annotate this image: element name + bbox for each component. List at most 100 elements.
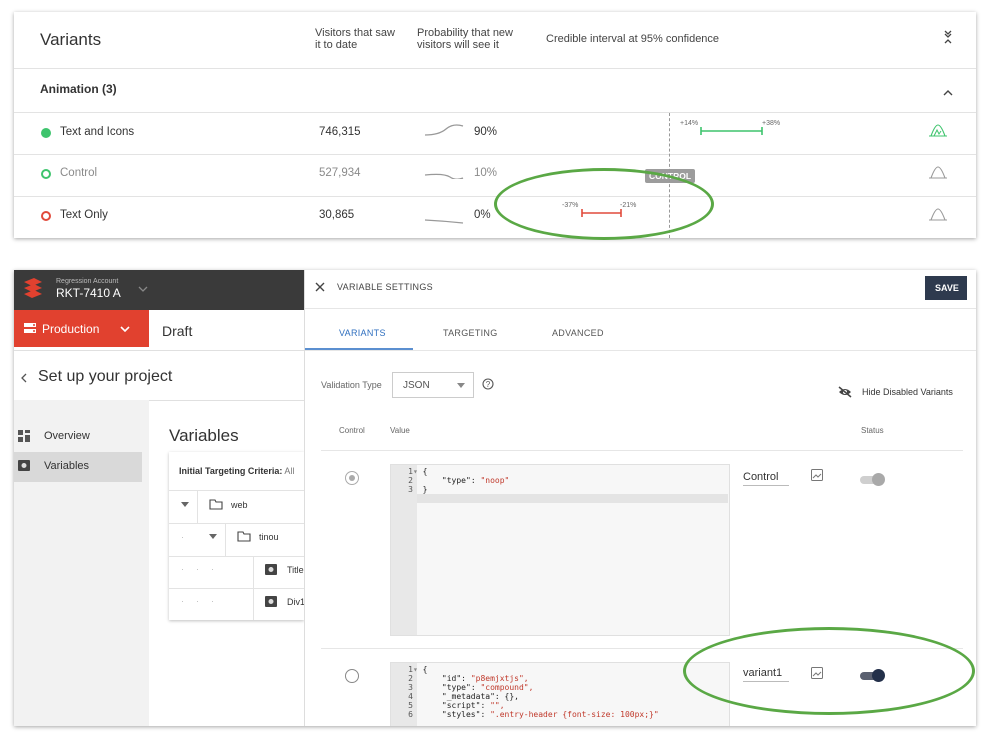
interval-low-label: +14% xyxy=(680,120,699,127)
visitors-value: 746,315 xyxy=(319,126,361,138)
code-line: 1▾ { xyxy=(408,467,428,476)
account-name[interactable]: RKT-7410 A xyxy=(56,286,121,300)
control-radio[interactable] xyxy=(345,669,359,683)
code-lines: 1▾ { 2 "id": "p8emjxtjs", 3 "type": "com… xyxy=(391,665,729,719)
chevron-down-icon[interactable] xyxy=(138,285,148,293)
divider xyxy=(169,588,304,589)
variables-title: Variables xyxy=(169,426,239,445)
code-line: 1▾ { xyxy=(408,665,428,674)
nav-label: Overview xyxy=(44,430,90,442)
variable-tree: Initial Targeting Criteria: All web · ti… xyxy=(169,452,305,620)
folder-icon xyxy=(237,531,251,542)
tab-advanced[interactable]: ADVANCED xyxy=(552,328,604,338)
divider xyxy=(14,350,304,351)
variant-name-field[interactable]: Control xyxy=(743,471,789,486)
tree-indent: ··· xyxy=(181,596,226,606)
tree-node[interactable]: web xyxy=(231,500,248,510)
col-value: Value xyxy=(390,426,410,435)
caret-down-icon[interactable] xyxy=(209,534,217,540)
account-bar: Regression Account RKT-7410 A xyxy=(14,270,304,310)
col-interval-header: Credible interval at 95% confidence xyxy=(546,33,720,45)
eye-off-icon[interactable] xyxy=(838,386,852,398)
col-control: Control xyxy=(339,426,365,435)
folder-icon xyxy=(209,499,223,510)
code-editor[interactable]: 1▾ { 2 "id": "p8emjxtjs", 3 "type": "com… xyxy=(390,662,730,726)
code-line: 3 } xyxy=(408,485,428,494)
status-dot xyxy=(41,169,51,179)
distribution-icon[interactable] xyxy=(928,124,948,138)
highlight-ellipse xyxy=(683,627,975,715)
save-label: SAVE xyxy=(935,283,959,293)
results-title: Variants xyxy=(40,30,102,49)
interval-bar xyxy=(700,127,763,135)
help-icon[interactable]: ? xyxy=(482,378,494,390)
divider xyxy=(305,350,976,351)
chevron-up-icon[interactable] xyxy=(943,84,953,102)
col-probability-header: Probability that new visitors will see i… xyxy=(417,27,513,51)
hide-disabled-toggle[interactable]: Hide Disabled Variants xyxy=(862,387,953,397)
criteria-value: All xyxy=(284,466,295,476)
collapse-all-icon[interactable] xyxy=(943,28,953,51)
group-label: Animation (3) xyxy=(40,82,117,96)
col-visitors-line1: Visitors that saw xyxy=(315,27,395,39)
divider xyxy=(321,450,963,451)
col-status: Status xyxy=(861,426,884,435)
draft-tab[interactable]: Draft xyxy=(162,323,192,339)
server-icon xyxy=(24,323,36,333)
col-probability-line1: Probability that new xyxy=(417,27,513,39)
tab-variants[interactable]: VARIANTS xyxy=(339,328,386,338)
chevron-down-icon xyxy=(120,326,130,333)
status-dot xyxy=(41,128,51,138)
variable-icon xyxy=(265,596,277,607)
code-line: 2 "type": "noop" xyxy=(408,476,510,485)
code-line: 2 "id": "p8emjxtjs", xyxy=(408,674,529,683)
code-line: 5 "script": "", xyxy=(408,701,505,710)
variant-name: Text Only xyxy=(60,209,108,221)
chevron-left-icon[interactable] xyxy=(20,373,28,383)
probability-sparkline xyxy=(424,219,464,224)
targeting-criteria: Initial Targeting Criteria: All xyxy=(179,466,294,476)
settings-header: VARIABLE SETTINGS xyxy=(337,282,433,292)
variant-name: Text and Icons xyxy=(60,126,135,138)
divider xyxy=(169,523,304,524)
col-visitors-line2: it to date xyxy=(315,39,358,51)
nav-item-overview[interactable]: Overview xyxy=(14,422,142,452)
validation-value: JSON xyxy=(403,380,430,391)
active-line xyxy=(417,494,728,503)
probability-value: 10% xyxy=(474,167,498,179)
variant-row: Control 527,934 10% CONTROL xyxy=(14,155,976,196)
save-button[interactable]: SAVE xyxy=(925,276,967,300)
logo-icon xyxy=(24,278,42,298)
close-icon[interactable] xyxy=(315,282,325,292)
distribution-icon[interactable] xyxy=(928,166,948,180)
environment-button[interactable]: Production xyxy=(14,310,149,347)
tree-node[interactable]: Div1 xyxy=(287,597,305,607)
nav-label: Variables xyxy=(44,460,90,472)
tree-indent: ··· xyxy=(181,564,226,574)
tree-node[interactable]: tinou xyxy=(259,532,279,542)
caret-down-icon[interactable] xyxy=(181,502,189,508)
distribution-icon[interactable] xyxy=(928,208,948,222)
variant-name: Control xyxy=(60,167,98,179)
radio-dot xyxy=(349,475,355,481)
code-editor[interactable]: 1▾ { 2 "type": "noop" 3 } xyxy=(390,464,730,636)
nav-item-variables[interactable]: Variables xyxy=(14,452,142,482)
variable-icon xyxy=(265,564,277,575)
interval-high-label: +38% xyxy=(762,120,781,127)
code-line: 4 "_metadata": {}, xyxy=(408,692,519,701)
visitors-value: 30,865 xyxy=(319,209,355,221)
code-line: 6 "styles": ".entry-header {font-size: 1… xyxy=(408,710,659,719)
tree-node[interactable]: Title xyxy=(287,565,304,575)
divider xyxy=(225,523,226,556)
visitors-value: 527,934 xyxy=(319,167,361,179)
divider xyxy=(169,490,304,491)
control-radio[interactable] xyxy=(345,471,359,485)
svg-text:?: ? xyxy=(486,380,491,389)
active-tab-indicator xyxy=(305,348,413,350)
col-visitors-header: Visitors that saw it to date xyxy=(315,27,395,51)
tab-targeting[interactable]: TARGETING xyxy=(443,328,498,338)
validation-type-select[interactable]: JSON xyxy=(392,372,474,398)
validation-type-label: Validation Type xyxy=(321,380,382,390)
col-probability-line2: visitors will see it xyxy=(417,39,499,51)
image-icon[interactable] xyxy=(811,469,823,481)
